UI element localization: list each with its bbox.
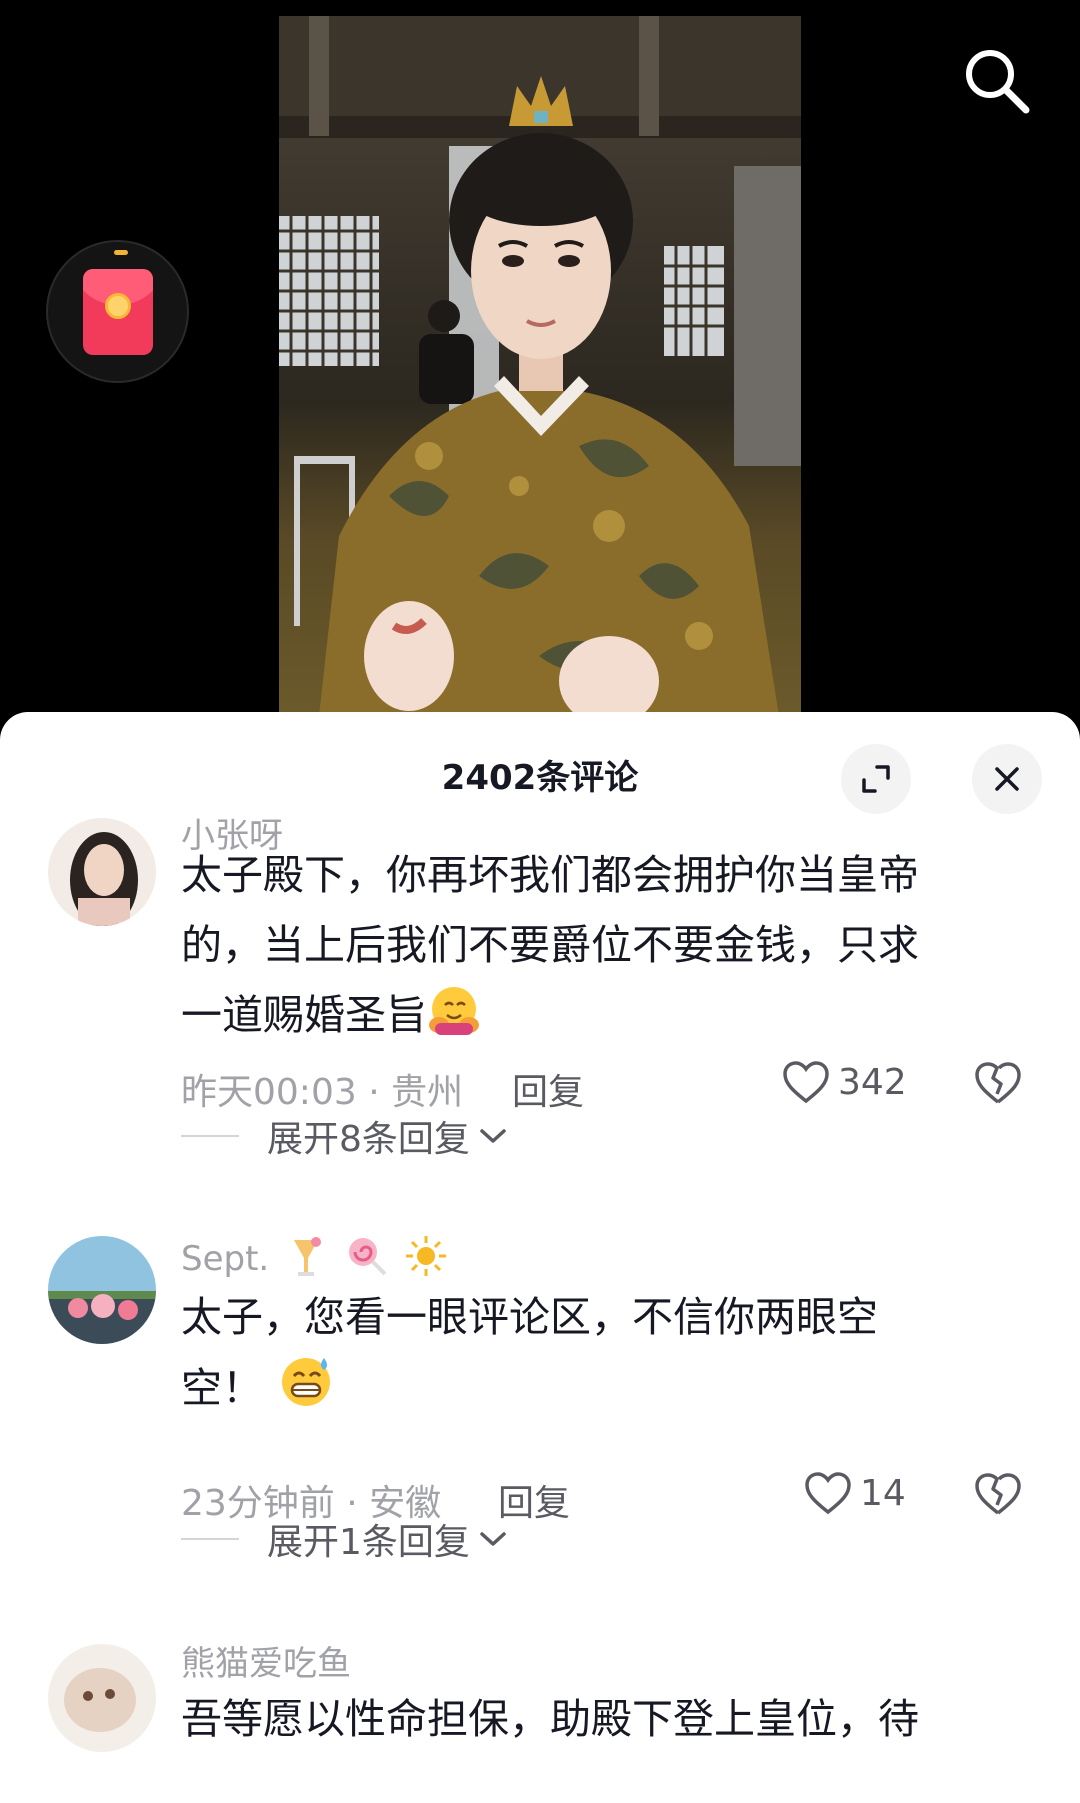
hugging-face-emoji <box>429 987 479 1035</box>
comment-item: 小张呀 太子殿下，你再坏我们都会拥护你当皇帝 的，当上后我们不要爵位不要金钱，只… <box>0 816 1080 1120</box>
heart-icon <box>783 1061 829 1104</box>
close-icon <box>995 767 1019 791</box>
chevron-down-icon <box>480 1532 506 1546</box>
like-button[interactable]: 14 <box>804 1471 906 1515</box>
comment-item: 熊猫爱吃鱼 吾等愿以性命担保，助殿下登上皇位，待 <box>0 1644 1080 1803</box>
progress-dot <box>114 250 128 255</box>
comment-text: 太子殿下，你再坏我们都会拥护你当皇帝 的，当上后我们不要爵位不要金钱，只求 一道… <box>181 840 1011 1050</box>
comment-text: 太子，您看一眼评论区，不信你两眼空 空！ <box>181 1282 1011 1423</box>
expand-button[interactable] <box>841 744 911 814</box>
grinning-sweat-emoji <box>282 1358 330 1406</box>
broken-heart-icon <box>975 1473 1021 1515</box>
expand-icon <box>862 765 890 793</box>
like-count: 342 <box>838 1061 907 1103</box>
comment-text-line: 太子，您看一眼评论区，不信你两眼空 <box>181 1293 878 1341</box>
comment-meta: 昨天00:03 · 贵州 <box>181 1072 464 1113</box>
avatar[interactable] <box>48 1236 156 1344</box>
comment-text-line: 的，当上后我们不要爵位不要金钱，只求 <box>181 921 919 969</box>
reply-button[interactable]: 回复 <box>498 1474 570 1526</box>
comment-sheet-header: 2402条评论 <box>0 712 1080 830</box>
expand-replies-button[interactable]: 展开1条回复 <box>181 1513 508 1565</box>
comment-item: Sept. 太子，您看一眼评论区，不信你两眼空 空！ 23分钟前 · 安徽 回复… <box>0 1236 1080 1524</box>
like-button[interactable]: 342 <box>782 1060 907 1104</box>
heart-icon <box>805 1472 851 1515</box>
username-text: Sept. <box>181 1239 270 1279</box>
reply-button[interactable]: 回复 <box>512 1063 584 1115</box>
search-button[interactable] <box>960 44 1032 116</box>
avatar[interactable] <box>48 818 156 926</box>
broken-heart-icon <box>975 1062 1021 1104</box>
search-icon <box>966 50 1030 114</box>
sun-emoji <box>405 1236 446 1276</box>
dislike-button[interactable] <box>974 1060 1022 1110</box>
like-count: 14 <box>860 1472 906 1514</box>
avatar[interactable] <box>48 1644 156 1752</box>
red-envelope-button[interactable] <box>46 240 189 383</box>
comment-username[interactable]: 熊猫爱吃鱼 <box>181 1636 351 1685</box>
comment-text-line: 太子殿下，你再坏我们都会拥护你当皇帝 <box>181 851 919 899</box>
expand-replies-label: 展开8条回复 <box>267 1119 470 1160</box>
divider <box>181 1135 239 1137</box>
comment-username[interactable]: Sept. <box>181 1234 448 1279</box>
comment-text-line: 吾等愿以性命担保，助殿下登上皇位，待 <box>181 1695 919 1743</box>
video-frame[interactable] <box>279 16 801 716</box>
tropical-drink-emoji <box>294 1237 322 1276</box>
comment-count-title: 2402条评论 <box>441 758 639 798</box>
expand-replies-label: 展开1条回复 <box>267 1522 470 1563</box>
close-button[interactable] <box>972 744 1042 814</box>
chevron-down-icon <box>480 1129 506 1143</box>
expand-replies-button[interactable]: 展开8条回复 <box>181 1110 508 1162</box>
comment-text-line: 一道赐婚圣旨 <box>181 991 427 1039</box>
comment-text: 吾等愿以性命担保，助殿下登上皇位，待 <box>181 1684 1011 1754</box>
video-player[interactable] <box>0 0 1080 730</box>
comment-sheet: 2402条评论 小张呀 太子殿下，你再坏我们都会拥护你当皇帝 的，当上后我们不要… <box>0 712 1080 1803</box>
red-envelope-icon <box>82 268 153 355</box>
comment-text-line: 空！ <box>181 1364 263 1412</box>
dislike-button[interactable] <box>974 1471 1022 1521</box>
lollipop-emoji <box>348 1238 387 1276</box>
divider <box>181 1538 239 1540</box>
video-still <box>279 16 801 716</box>
